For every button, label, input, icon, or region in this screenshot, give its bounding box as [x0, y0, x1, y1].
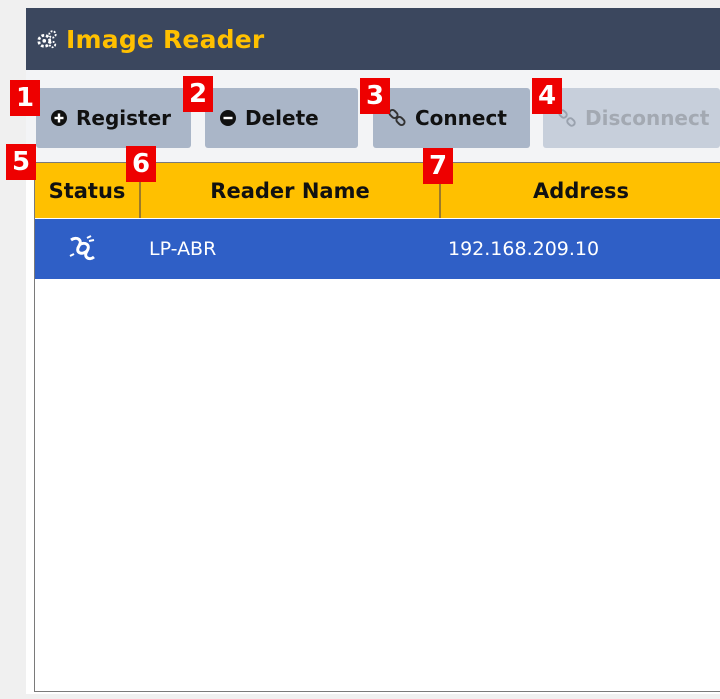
connect-button[interactable]: Connect: [373, 88, 530, 148]
delete-label: Delete: [245, 106, 319, 130]
address-cell: 192.168.209.10: [448, 238, 600, 260]
window-title: Image Reader: [66, 24, 265, 54]
callout-5: 5: [6, 144, 36, 180]
disconnect-button[interactable]: Disconnect: [543, 88, 720, 148]
disconnect-label: Disconnect: [585, 106, 710, 130]
register-label: Register: [76, 106, 172, 130]
reader-table: Status Reader Name Address LP-ABR 192.16…: [34, 162, 720, 692]
column-header-address[interactable]: Address: [441, 163, 720, 218]
callout-2: 2: [183, 76, 213, 112]
delete-button[interactable]: Delete: [205, 88, 358, 148]
link-icon: [388, 108, 406, 127]
plus-circle-icon: [51, 110, 67, 126]
reader-name-cell: LP-ABR: [149, 238, 217, 260]
status-cell: [67, 219, 107, 279]
title-bar: Image Reader: [26, 8, 720, 70]
connected-icon: [69, 235, 95, 261]
callout-7: 7: [423, 148, 453, 184]
minus-circle-icon: [220, 110, 236, 126]
connect-label: Connect: [415, 106, 507, 130]
register-button[interactable]: Register: [36, 88, 191, 148]
callout-3: 3: [360, 78, 390, 114]
table-row[interactable]: LP-ABR 192.168.209.10: [35, 219, 720, 279]
callout-4: 4: [532, 78, 562, 114]
gears-icon: [37, 30, 57, 49]
column-header-reader-name[interactable]: Reader Name: [141, 163, 441, 218]
callout-6: 6: [126, 146, 156, 182]
callout-1: 1: [10, 80, 40, 116]
